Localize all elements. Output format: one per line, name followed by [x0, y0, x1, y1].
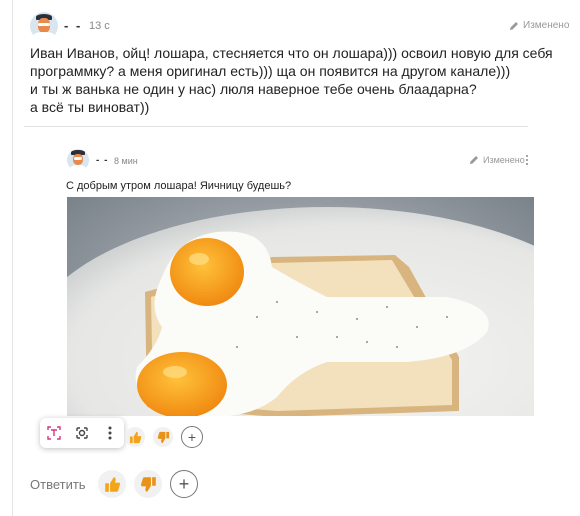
plus-icon[interactable]: +	[170, 470, 198, 498]
comment-text-line: программку? а меня оригинал есть))) ща о…	[30, 63, 511, 79]
quoted-edited-label: Изменено	[483, 155, 525, 165]
pencil-icon	[470, 156, 478, 164]
more-vertical-icon[interactable]	[526, 155, 528, 165]
quoted-text: С добрым утром лошара! Яичницу будешь?	[66, 180, 292, 192]
expand-divider	[24, 126, 528, 127]
edited-indicator: Изменено	[509, 20, 569, 31]
quoted-time: 8 мин	[114, 156, 138, 166]
quoted-edited-indicator: Изменено	[469, 155, 525, 165]
quoted-avatar[interactable]	[67, 149, 89, 171]
avatar[interactable]	[30, 12, 58, 40]
attached-photo[interactable]	[67, 197, 534, 416]
thread-line	[12, 0, 13, 516]
reply-button[interactable]: Ответить	[30, 477, 86, 492]
comment-text-line: Иван Иванов, ойц! лошара, стесняется что…	[30, 45, 553, 61]
comment-author[interactable]: - -	[64, 18, 82, 33]
thumbs-up-icon[interactable]	[125, 427, 145, 447]
quoted-author[interactable]: - -	[96, 155, 108, 166]
thumbs-down-icon[interactable]	[153, 427, 173, 447]
thumbs-up-icon[interactable]	[98, 470, 126, 498]
text-select-icon[interactable]	[43, 422, 65, 444]
fried-egg-photo	[67, 197, 534, 416]
edited-label: Изменено	[523, 20, 570, 31]
comment-time: 13 с	[89, 20, 110, 32]
thumbs-down-icon[interactable]	[134, 470, 162, 498]
comment-text: Иван Иванов, ойц! лошара, стесняется что…	[30, 44, 553, 116]
plus-icon[interactable]: +	[181, 426, 203, 448]
selection-toolbar	[40, 418, 124, 448]
lens-icon[interactable]	[71, 422, 93, 444]
comment-text-line: а всё ты виноват))	[30, 99, 150, 115]
comment-text-line: и ты ж ванька не один у нас) люля наверн…	[30, 81, 477, 97]
pencil-icon	[510, 21, 518, 30]
more-vertical-icon[interactable]	[99, 422, 121, 444]
